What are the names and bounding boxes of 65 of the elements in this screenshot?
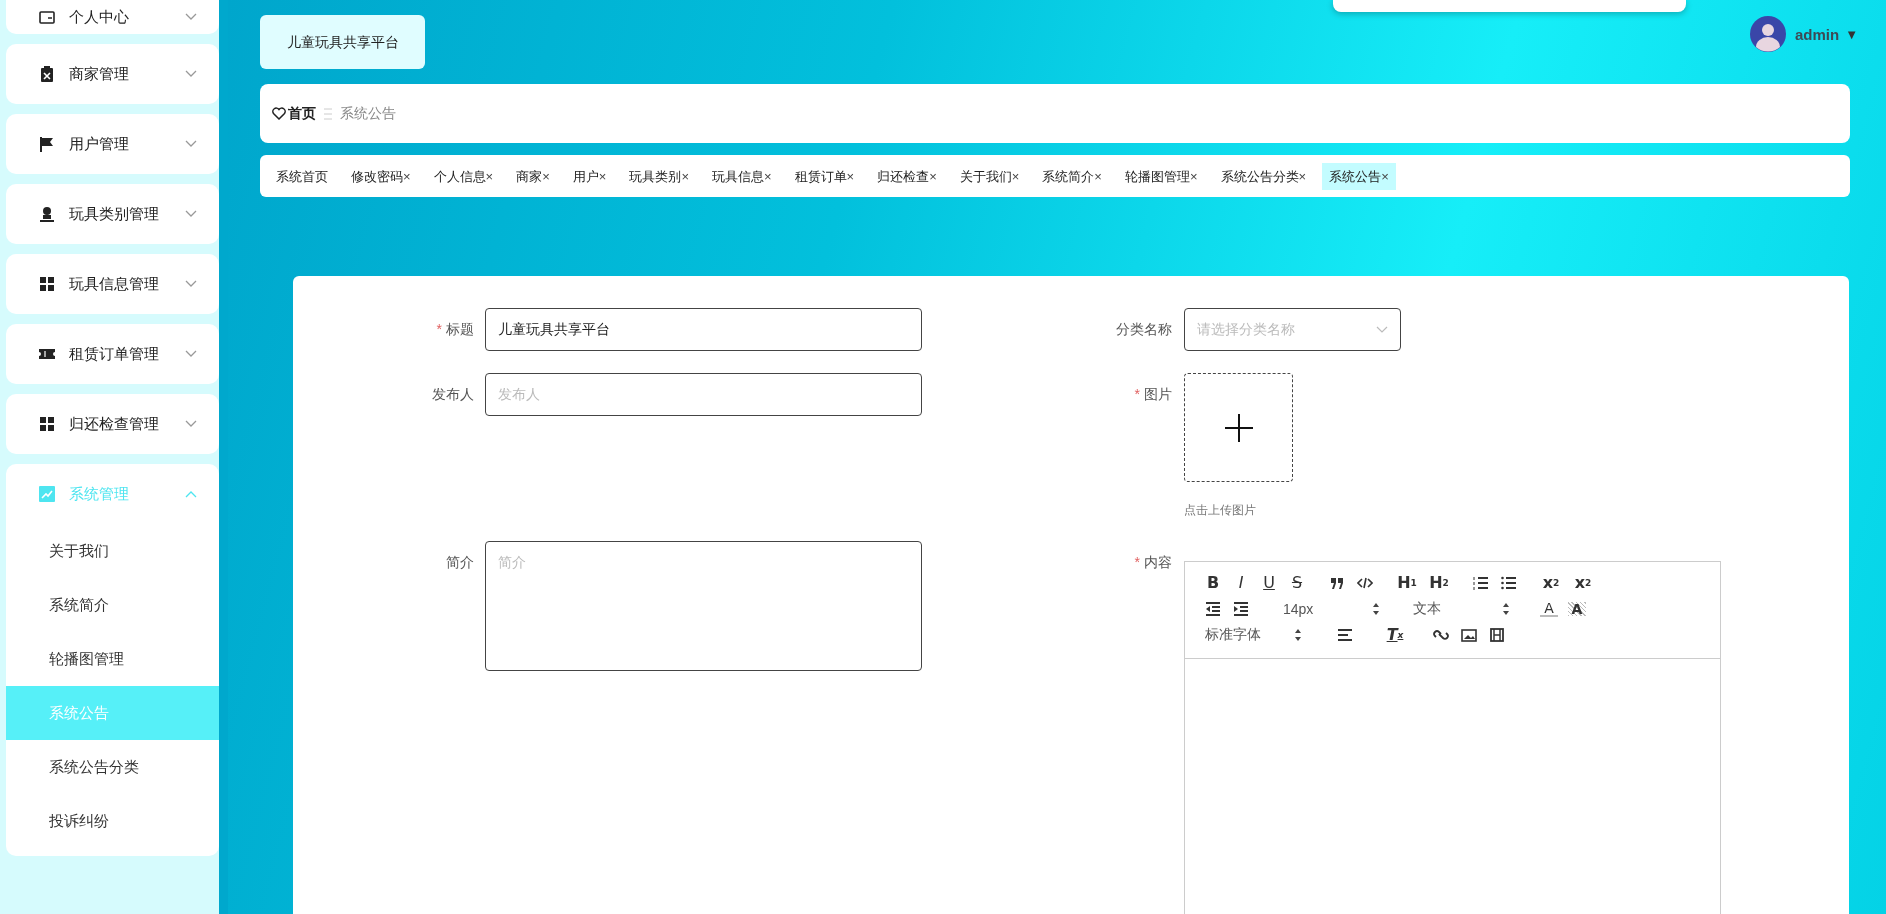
tab-close-button[interactable]: × [1094,169,1102,184]
home-link[interactable]: 首页 [272,104,316,123]
field-label: 内容 [1144,553,1172,572]
font-size-select[interactable]: 14px [1277,601,1389,617]
tab-close-button[interactable]: × [763,169,772,184]
tab-close-button[interactable]: × [929,169,937,184]
tab-close-button[interactable]: × [1189,169,1198,184]
format-button[interactable]: S [1283,575,1311,591]
format-button[interactable]: U [1255,575,1283,591]
tab[interactable]: 关于我们× [952,163,1027,190]
menu-item[interactable]: 玩具类别管理 [6,184,219,244]
tab[interactable]: 系统公告× [1322,163,1396,190]
submenu-item[interactable]: 投诉纠纷 [6,794,219,848]
tab[interactable]: 修改密码× [344,163,418,190]
upload-hint: 点击上传图片 [1184,502,1257,519]
field-label: 简介 [446,553,474,572]
tab-close-button[interactable]: × [598,169,607,184]
menu-item[interactable]: 租赁订单管理 [6,324,219,384]
tab[interactable]: 系统简介× [1035,163,1109,190]
tab-close-button[interactable]: × [681,169,689,184]
tab-close-button[interactable]: × [846,169,855,184]
tab[interactable]: 归还检查× [870,163,944,190]
tab[interactable]: 玩具类别× [622,163,696,190]
tab[interactable]: 系统首页 [269,163,335,190]
submenu-item[interactable]: 系统简介 [6,578,219,632]
submenu-item[interactable]: 轮播图管理 [6,632,219,686]
menu-item[interactable]: 玩具信息管理 [6,254,219,314]
tab-close-button[interactable]: × [1011,169,1020,184]
format-button[interactable]: I [1227,575,1255,591]
submenu-item[interactable]: 系统公告分类 [6,740,219,794]
user-name[interactable]: admin [1794,25,1840,43]
submenu-item[interactable]: 关于我们 [6,524,219,578]
required-mark: * [436,320,442,339]
format-button[interactable]: B [1199,575,1227,591]
script-button[interactable]: x$^{2}$ [1567,575,1599,591]
required-mark: * [1134,385,1140,404]
title-input[interactable]: 儿童玩具共享平台 [485,308,922,351]
breadcrumb-current: 系统公告 [340,104,396,123]
menu-item[interactable]: 用户管理 [6,114,219,174]
tab-close-button[interactable]: × [542,169,550,184]
tab-close-button[interactable]: × [1381,169,1389,184]
tab[interactable]: 系统公告分类× [1213,163,1314,190]
tab[interactable]: 租赁订单× [787,163,862,190]
tab[interactable]: 用户× [565,163,614,190]
tab[interactable]: 商家× [509,163,557,190]
heading-select[interactable]: 文本 [1407,600,1519,618]
menu-item[interactable]: 商家管理 [6,44,219,104]
menu-item[interactable]: 个人中心 [6,0,219,34]
tab[interactable]: 个人信息× [426,163,501,190]
menu-item[interactable]: 归还检查管理 [6,394,219,454]
font-family-select[interactable]: 标准字体 [1199,626,1311,644]
background-color-button[interactable]: A [1568,602,1586,616]
field-label: 标题 [446,320,474,339]
site-title: 儿童玩具共享平台 [260,15,425,69]
field-label: 分类名称 [1116,320,1172,339]
dropdown-caret[interactable]: ▼ [1845,26,1858,42]
tab[interactable]: 轮播图管理× [1117,163,1205,190]
tab-close-button[interactable]: × [1298,169,1307,184]
required-mark: * [1134,553,1140,572]
field-label: 图片 [1144,385,1172,404]
tab[interactable]: 玩具信息× [704,163,779,190]
tab-close-button[interactable]: × [403,169,411,184]
tab-close-button[interactable]: × [485,169,494,184]
field-label: 发布人 [432,385,474,404]
font-color-button[interactable]: A [1540,601,1558,617]
